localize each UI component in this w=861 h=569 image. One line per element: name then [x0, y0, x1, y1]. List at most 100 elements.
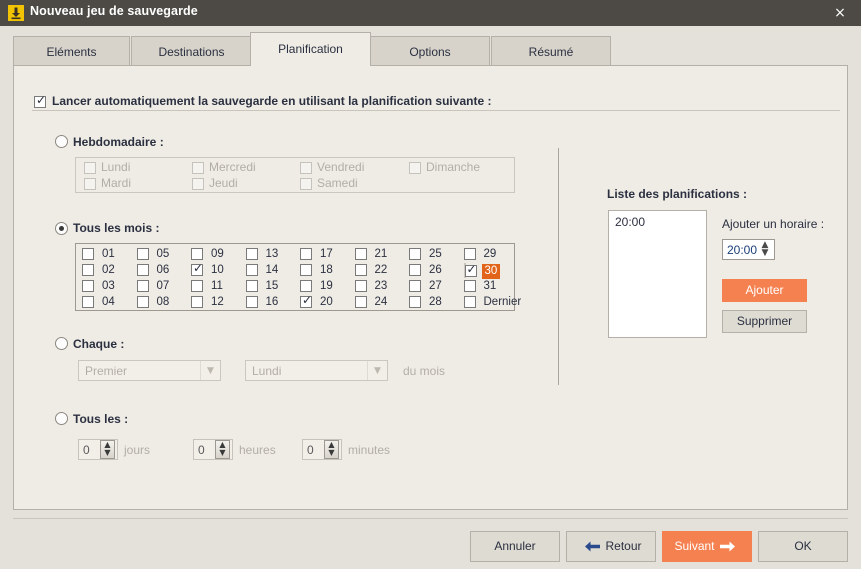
day-checkbox-02[interactable]: [82, 264, 94, 276]
dialog-window: Nouveau jeu de sauvegarde × Eléments Des…: [0, 0, 861, 569]
day-checkbox-07[interactable]: [136, 280, 149, 292]
day-label-19: 19: [320, 280, 333, 292]
day-checkbox-01[interactable]: [82, 248, 94, 260]
title-bar: Nouveau jeu de sauvegarde ×: [0, 0, 861, 26]
day-checkbox-10[interactable]: ✓: [191, 261, 204, 276]
day-checkbox-11[interactable]: [191, 280, 203, 292]
tab-destinations[interactable]: Destinations: [131, 36, 252, 66]
day-label-21: 21: [374, 248, 388, 260]
day-checkbox-19[interactable]: [300, 280, 312, 292]
enable-schedule-checkbox[interactable]: ✓: [34, 94, 46, 108]
day-label-17: 17: [320, 248, 333, 260]
day-label-15: 15: [265, 280, 279, 292]
select-weekday[interactable]: Lundi ▼: [245, 360, 388, 381]
stepper-minutes-unit: minutes: [348, 443, 391, 457]
check-icon: ✓: [302, 293, 313, 307]
stepper-days-arrows[interactable]: ▲ ▼: [100, 440, 115, 459]
schedules-title: Liste des planifications :: [607, 187, 748, 201]
tab-options[interactable]: Options: [370, 36, 490, 66]
day-label-22: 22: [374, 264, 388, 276]
radio-every[interactable]: [55, 412, 68, 425]
close-icon[interactable]: ×: [819, 0, 861, 26]
time-input-value: 20:00: [727, 243, 758, 257]
add-schedule-button[interactable]: Ajouter: [722, 279, 807, 302]
day-checkbox-22[interactable]: [354, 264, 367, 276]
tab-planification[interactable]: Planification: [250, 32, 371, 66]
day-checkbox-14[interactable]: [245, 264, 258, 276]
label-samedi: Samedi: [317, 176, 358, 190]
day-checkbox-18[interactable]: [300, 264, 312, 276]
enable-schedule-label: Lancer automatiquement la sauvegarde en …: [52, 94, 492, 108]
day-checkbox-16[interactable]: [245, 296, 258, 308]
day-checkbox-12[interactable]: [191, 296, 203, 308]
day-checkbox-04[interactable]: [82, 296, 94, 308]
day-label-25: 25: [429, 248, 442, 260]
day-cell-30[interactable]: ✓ 30: [463, 263, 501, 279]
day-checkbox-06[interactable]: [136, 264, 149, 276]
day-checkbox-23[interactable]: [354, 280, 367, 292]
day-checkbox-29[interactable]: [463, 248, 476, 260]
day-checkbox-13[interactable]: [245, 248, 258, 260]
checkbox-lundi: [84, 162, 96, 174]
day-label-28: 28: [429, 296, 442, 308]
backup-download-icon: [8, 5, 24, 21]
day-checkbox-20[interactable]: ✓: [300, 293, 313, 308]
list-item[interactable]: 20:00: [615, 215, 645, 229]
day-checkbox-31[interactable]: [463, 280, 476, 292]
day-label-10: 10: [211, 264, 224, 276]
stepper-days-unit: jours: [124, 443, 151, 457]
window-title: Nouveau jeu de sauvegarde: [30, 4, 198, 18]
stepper-minutes-arrows[interactable]: ▲ ▼: [324, 440, 339, 459]
day-label-30: 30: [481, 264, 501, 279]
day-checkbox-28[interactable]: [409, 296, 421, 308]
day-checkbox-24[interactable]: [354, 296, 367, 308]
day-checkbox-08[interactable]: [136, 296, 149, 308]
stepper-arrows-icon[interactable]: ▲ ▼: [758, 241, 772, 259]
day-checkbox-dernier[interactable]: [463, 296, 476, 308]
cancel-button[interactable]: Annuler: [470, 531, 560, 562]
chevron-down-icon: ▼: [367, 361, 387, 380]
arrow-left-icon: [585, 541, 601, 552]
day-checkbox-27[interactable]: [409, 280, 421, 292]
day-label-23: 23: [374, 280, 388, 292]
radio-dot-icon: [59, 226, 64, 231]
label-jeudi: Jeudi: [209, 176, 238, 190]
radio-weekly[interactable]: [55, 135, 68, 148]
checkbox-mardi: [84, 178, 96, 190]
select-ordinal[interactable]: Premier ▼: [78, 360, 221, 381]
label-lundi: Lundi: [101, 160, 131, 174]
label-mercredi: Mercredi: [209, 160, 256, 174]
day-checkbox-26[interactable]: [409, 264, 421, 276]
day-checkbox-09[interactable]: [191, 248, 203, 260]
day-label-18: 18: [320, 264, 333, 276]
stepper-days-value: 0: [83, 443, 90, 457]
time-input[interactable]: 20:00 ▲ ▼: [722, 239, 775, 260]
stepper-hours-arrows[interactable]: ▲ ▼: [215, 440, 230, 459]
next-button[interactable]: Suivant: [662, 531, 752, 562]
day-checkbox-15[interactable]: [245, 280, 258, 292]
schedules-listbox[interactable]: 20:00: [608, 210, 707, 338]
back-button-label: Retour: [605, 539, 642, 553]
radio-each[interactable]: [55, 337, 68, 350]
back-button[interactable]: Retour: [566, 531, 656, 562]
day-checkbox-25[interactable]: [409, 248, 421, 260]
remove-schedule-button[interactable]: Supprimer: [722, 310, 807, 333]
day-label-03: 03: [102, 280, 115, 292]
radio-monthly[interactable]: [55, 222, 68, 235]
day-checkbox-30[interactable]: ✓: [464, 263, 477, 277]
checkbox-jeudi: [192, 178, 204, 190]
day-checkbox-21[interactable]: [354, 248, 367, 260]
arrow-right-icon: [719, 541, 735, 552]
day-checkbox-03[interactable]: [82, 280, 94, 292]
ok-button[interactable]: OK: [758, 531, 848, 562]
tab-elements[interactable]: Eléments: [13, 36, 130, 66]
check-icon: ✓: [193, 261, 204, 275]
chevron-down-icon: ▼: [200, 361, 220, 380]
stepper-hours-value: 0: [198, 443, 205, 457]
day-checkbox-05[interactable]: [136, 248, 149, 260]
day-label-16: 16: [265, 296, 279, 308]
radio-weekly-label: Hebdomadaire :: [73, 135, 164, 149]
tab-resume[interactable]: Résumé: [491, 36, 611, 66]
label-dimanche: Dimanche: [426, 160, 481, 174]
day-checkbox-17[interactable]: [300, 248, 312, 260]
